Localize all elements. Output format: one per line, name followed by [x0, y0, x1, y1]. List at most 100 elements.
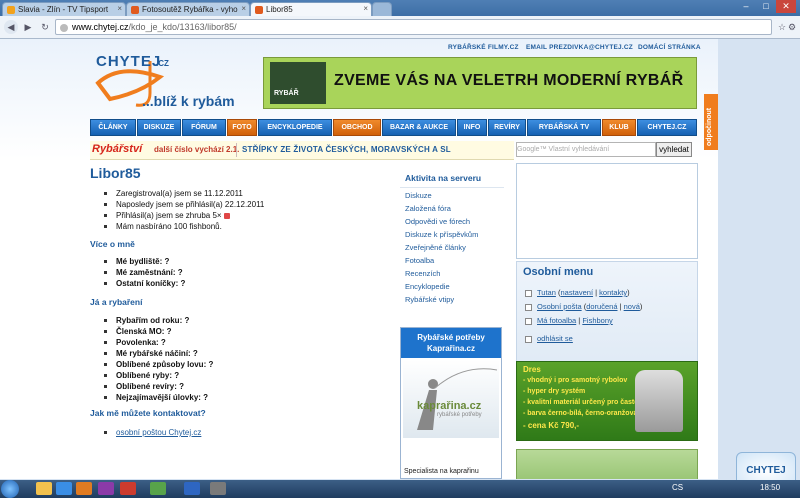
nav-reviry[interactable]: REVÍRY — [488, 119, 526, 136]
list-item: Oblíbené revíry: ? — [104, 381, 213, 392]
tab-tipsport[interactable]: Slavia - Zlín - TV Tipsport × — [2, 2, 126, 17]
app-icon[interactable] — [210, 482, 226, 495]
list-item: Oblíbené ryby: ? — [104, 370, 213, 381]
back-arrow-icon[interactable]: ◀ — [4, 20, 18, 34]
side-tab-odpocinout[interactable]: odpočinout — [704, 94, 718, 150]
ie-icon[interactable] — [56, 482, 72, 495]
forward-arrow-icon[interactable]: ▶ — [21, 20, 35, 34]
new-mail-link[interactable]: nová — [624, 302, 640, 311]
dres-line: - hyper dry systém — [523, 388, 586, 395]
toplink-email[interactable]: EMAIL PREZDIVKA@CHYTEJ.CZ — [526, 44, 633, 51]
firefox-icon[interactable] — [76, 482, 92, 495]
chytej-logo[interactable]: CHYTEJ .CZ ...blíž k rybám — [90, 53, 250, 115]
logo-text: CHYTEJ — [96, 53, 162, 70]
dres-price: - cena Kč 790,- — [523, 421, 580, 430]
logout-link[interactable]: odhlásit se — [537, 334, 573, 343]
chytej-favicon-icon — [131, 6, 139, 14]
menu-row-mail: Osobní pošta (doručená | nová) — [525, 302, 642, 311]
activity-item-recenzich[interactable]: Recenzích — [405, 269, 440, 278]
search-button[interactable]: vyhledat — [656, 142, 692, 157]
nav-diskuze[interactable]: DISKUZE — [137, 119, 181, 136]
fishbony-link[interactable]: Fishbony — [582, 316, 612, 325]
menu-row-user: Tutan (nastavení | kontakty) — [525, 288, 630, 297]
activity-item-zalozena-fora[interactable]: Založená fóra — [405, 204, 451, 213]
close-window-icon[interactable]: ✕ — [776, 0, 796, 13]
language-indicator[interactable]: CS — [672, 483, 683, 492]
kaprarina-ad[interactable]: Rybářské potřeby Kaprařina.cz kaprařina.… — [400, 327, 502, 479]
toplink-rybarske-filmy[interactable]: RYBÁŘSKÉ FILMY.CZ — [448, 44, 519, 51]
explorer-icon[interactable] — [36, 482, 52, 495]
news-ticker: Rybářství další číslo vychází 2.1. STŘÍP… — [90, 141, 514, 160]
clock[interactable]: 18:50 — [760, 483, 780, 492]
activity-title: Aktivita na serveru — [405, 173, 482, 183]
contacts-link[interactable]: kontakty — [599, 288, 627, 297]
nav-clanky[interactable]: ČLÁNKY — [90, 119, 136, 136]
nav-foto[interactable]: FOTO — [227, 119, 257, 136]
nav-klub[interactable]: KLUB — [602, 119, 636, 136]
start-button-icon[interactable] — [1, 480, 19, 498]
ticker-news[interactable]: STŘÍPKY ZE ŽIVOTA ČESKÝCH, MORAVSKÝCH A … — [242, 145, 451, 154]
logo-slogan: ...blíž k rybám — [142, 93, 235, 109]
nav-chytej-cz[interactable]: CHYTEJ.CZ — [637, 119, 697, 136]
delivered-link[interactable]: doručená — [586, 302, 617, 311]
bullet-icon — [525, 303, 532, 311]
minimize-icon[interactable]: – — [736, 0, 756, 13]
close-tab-icon[interactable]: × — [241, 4, 246, 13]
list-item: Členská MO: ? — [104, 326, 213, 337]
nav-encyklopedie[interactable]: ENCYKLOPEDIE — [258, 119, 332, 136]
activity-item-fotoalba[interactable]: Fotoalba — [405, 256, 434, 265]
chrome-icon[interactable] — [150, 482, 166, 495]
maximize-icon[interactable]: □ — [756, 0, 776, 13]
activity-item-clanky[interactable]: Zveřejněné články — [405, 243, 466, 252]
list-item: Nejzajímavější úlovky: ? — [104, 392, 213, 403]
close-tab-icon[interactable]: × — [117, 4, 122, 13]
settings-link[interactable]: nastavení — [561, 288, 594, 297]
activity-item-vtipy[interactable]: Rybářské vtipy — [405, 295, 454, 304]
section-ja-a-rybareni: Já a rybaření — [90, 297, 143, 307]
bullet-icon — [525, 335, 532, 343]
tab-libor85[interactable]: Libor85 × — [250, 2, 372, 17]
kaprarina-footer: Specialista na kaprařinu — [404, 468, 479, 475]
dres-ad[interactable]: Dres - vhodný i pro samotný rybolov - hy… — [516, 361, 698, 441]
ad-placeholder — [516, 163, 698, 259]
contact-link[interactable]: osobní poštou Chytej.cz — [116, 428, 201, 437]
user-link[interactable]: Tutan — [537, 288, 556, 297]
activity-item-odpovedi[interactable]: Odpovědi ve fórech — [405, 217, 470, 226]
info-badge-icon[interactable] — [223, 212, 230, 219]
word-icon[interactable] — [184, 482, 200, 495]
kaprarina-brand: kaprařina.cz — [417, 400, 482, 412]
activity-item-diskuze-prispevky[interactable]: Diskuze k příspěvkům — [405, 230, 478, 239]
wrench-icon[interactable]: ⚙ — [786, 20, 798, 34]
url-input[interactable]: www.chytej.cz/kdo_je_kdo/13163/libor85/ — [55, 19, 772, 35]
close-tab-icon[interactable]: × — [363, 4, 368, 13]
logo-tld: .CZ — [156, 59, 169, 68]
nav-obchod[interactable]: OBCHOD — [333, 119, 381, 136]
activity-item-encyklopedie[interactable]: Encyklopedie — [405, 282, 450, 291]
section-vice-o-mne: Více o mně — [90, 239, 135, 249]
nav-forum[interactable]: FÓRUM — [182, 119, 226, 136]
activity-item-diskuze[interactable]: Diskuze — [405, 191, 432, 200]
nav-rybarska-tv[interactable]: RYBÁŘSKÁ TV — [527, 119, 601, 136]
nav-info[interactable]: INFO — [457, 119, 487, 136]
web-page: RYBÁŘSKÉ FILMY.CZ EMAIL PREZDIVKA@CHYTEJ… — [0, 39, 800, 479]
rybarstvi-brand[interactable]: Rybářství — [92, 143, 142, 155]
reload-icon[interactable]: ↻ — [38, 20, 52, 34]
search-input[interactable]: Google™ Vlastní vyhledávání — [516, 142, 656, 157]
main-nav: ČLÁNKY DISKUZE FÓRUM FOTO ENCYKLOPEDIE O… — [90, 119, 697, 136]
ticker-subtitle: další číslo vychází 2.1. — [154, 145, 240, 154]
about-list: Mé bydliště: ? Mé zaměstnání: ? Ostatní … — [104, 256, 185, 289]
album-link[interactable]: Má fotoalba — [537, 316, 576, 325]
new-tab-button[interactable] — [372, 2, 392, 17]
mail-link[interactable]: Osobní pošta — [537, 302, 582, 311]
page-title: Libor85 — [90, 165, 141, 181]
list-item: Zaregistroval(a) jsem se 11.12.2011 — [104, 188, 264, 199]
onenote-icon[interactable] — [98, 482, 114, 495]
ad-banner-bottom[interactable] — [516, 449, 698, 479]
opera-icon[interactable] — [120, 482, 136, 495]
veletrh-banner[interactable]: RYBÁŘ ZVEME VÁS NA VELETRH MODERNÍ RYBÁŘ — [263, 57, 697, 109]
list-item: Mé zaměstnání: ? — [104, 267, 185, 278]
nav-bazar-aukce[interactable]: BAZAR & AUKCE — [382, 119, 456, 136]
toplink-domaci-stranka[interactable]: DOMÁCÍ STRÁNKA — [638, 44, 701, 51]
fisherman-image — [403, 360, 499, 438]
tab-fotosoutez[interactable]: Fotosoutěž Rybářka - vyho × — [126, 2, 250, 17]
